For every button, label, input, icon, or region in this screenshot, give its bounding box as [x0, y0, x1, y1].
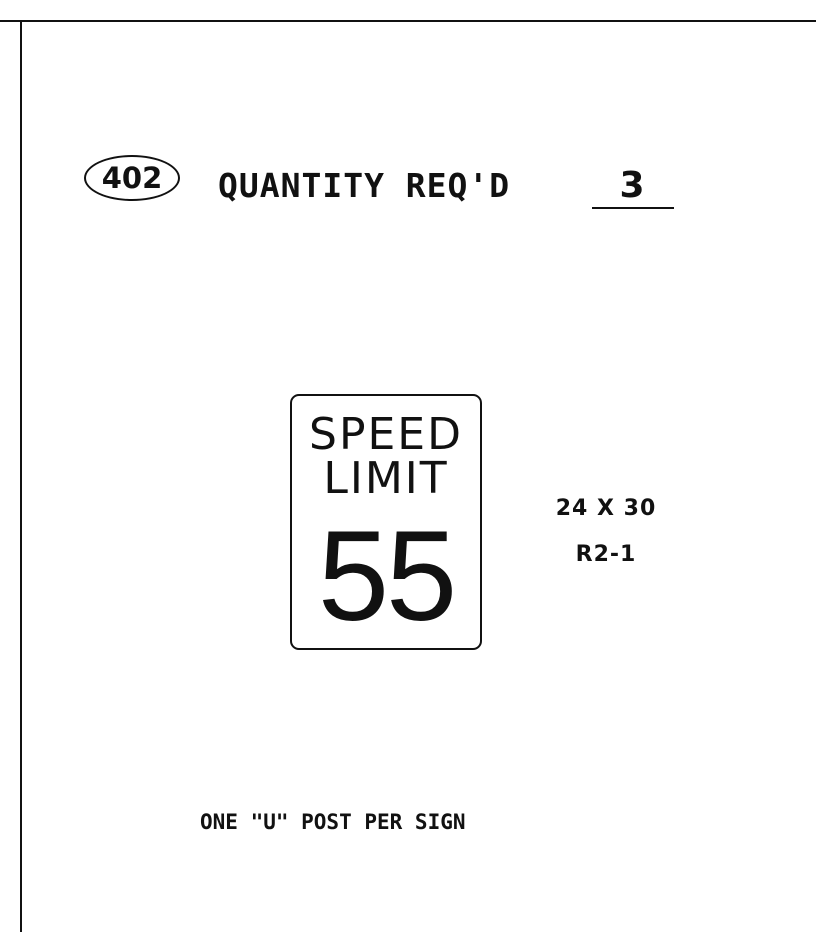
quantity-value: 3: [619, 165, 645, 206]
sign-code-label: R2-1: [575, 542, 637, 567]
quantity-underline: [592, 207, 674, 209]
sheet-border-top: [0, 20, 816, 22]
quantity-label: QUANTITY REQ'D: [218, 166, 511, 205]
post-note: ONE "U" POST PER SIGN: [200, 810, 466, 834]
sheet-border-left: [20, 20, 22, 932]
sign-text-line2: LIMIT: [323, 453, 449, 504]
speed-limit-sign: SPEED LIMIT 55: [290, 394, 482, 650]
item-number-badge: 402: [84, 155, 180, 201]
sign-text-line1: SPEED: [309, 409, 463, 460]
sign-size-label: 24 X 30: [555, 496, 657, 521]
sign-speed-number: 55: [317, 505, 457, 648]
